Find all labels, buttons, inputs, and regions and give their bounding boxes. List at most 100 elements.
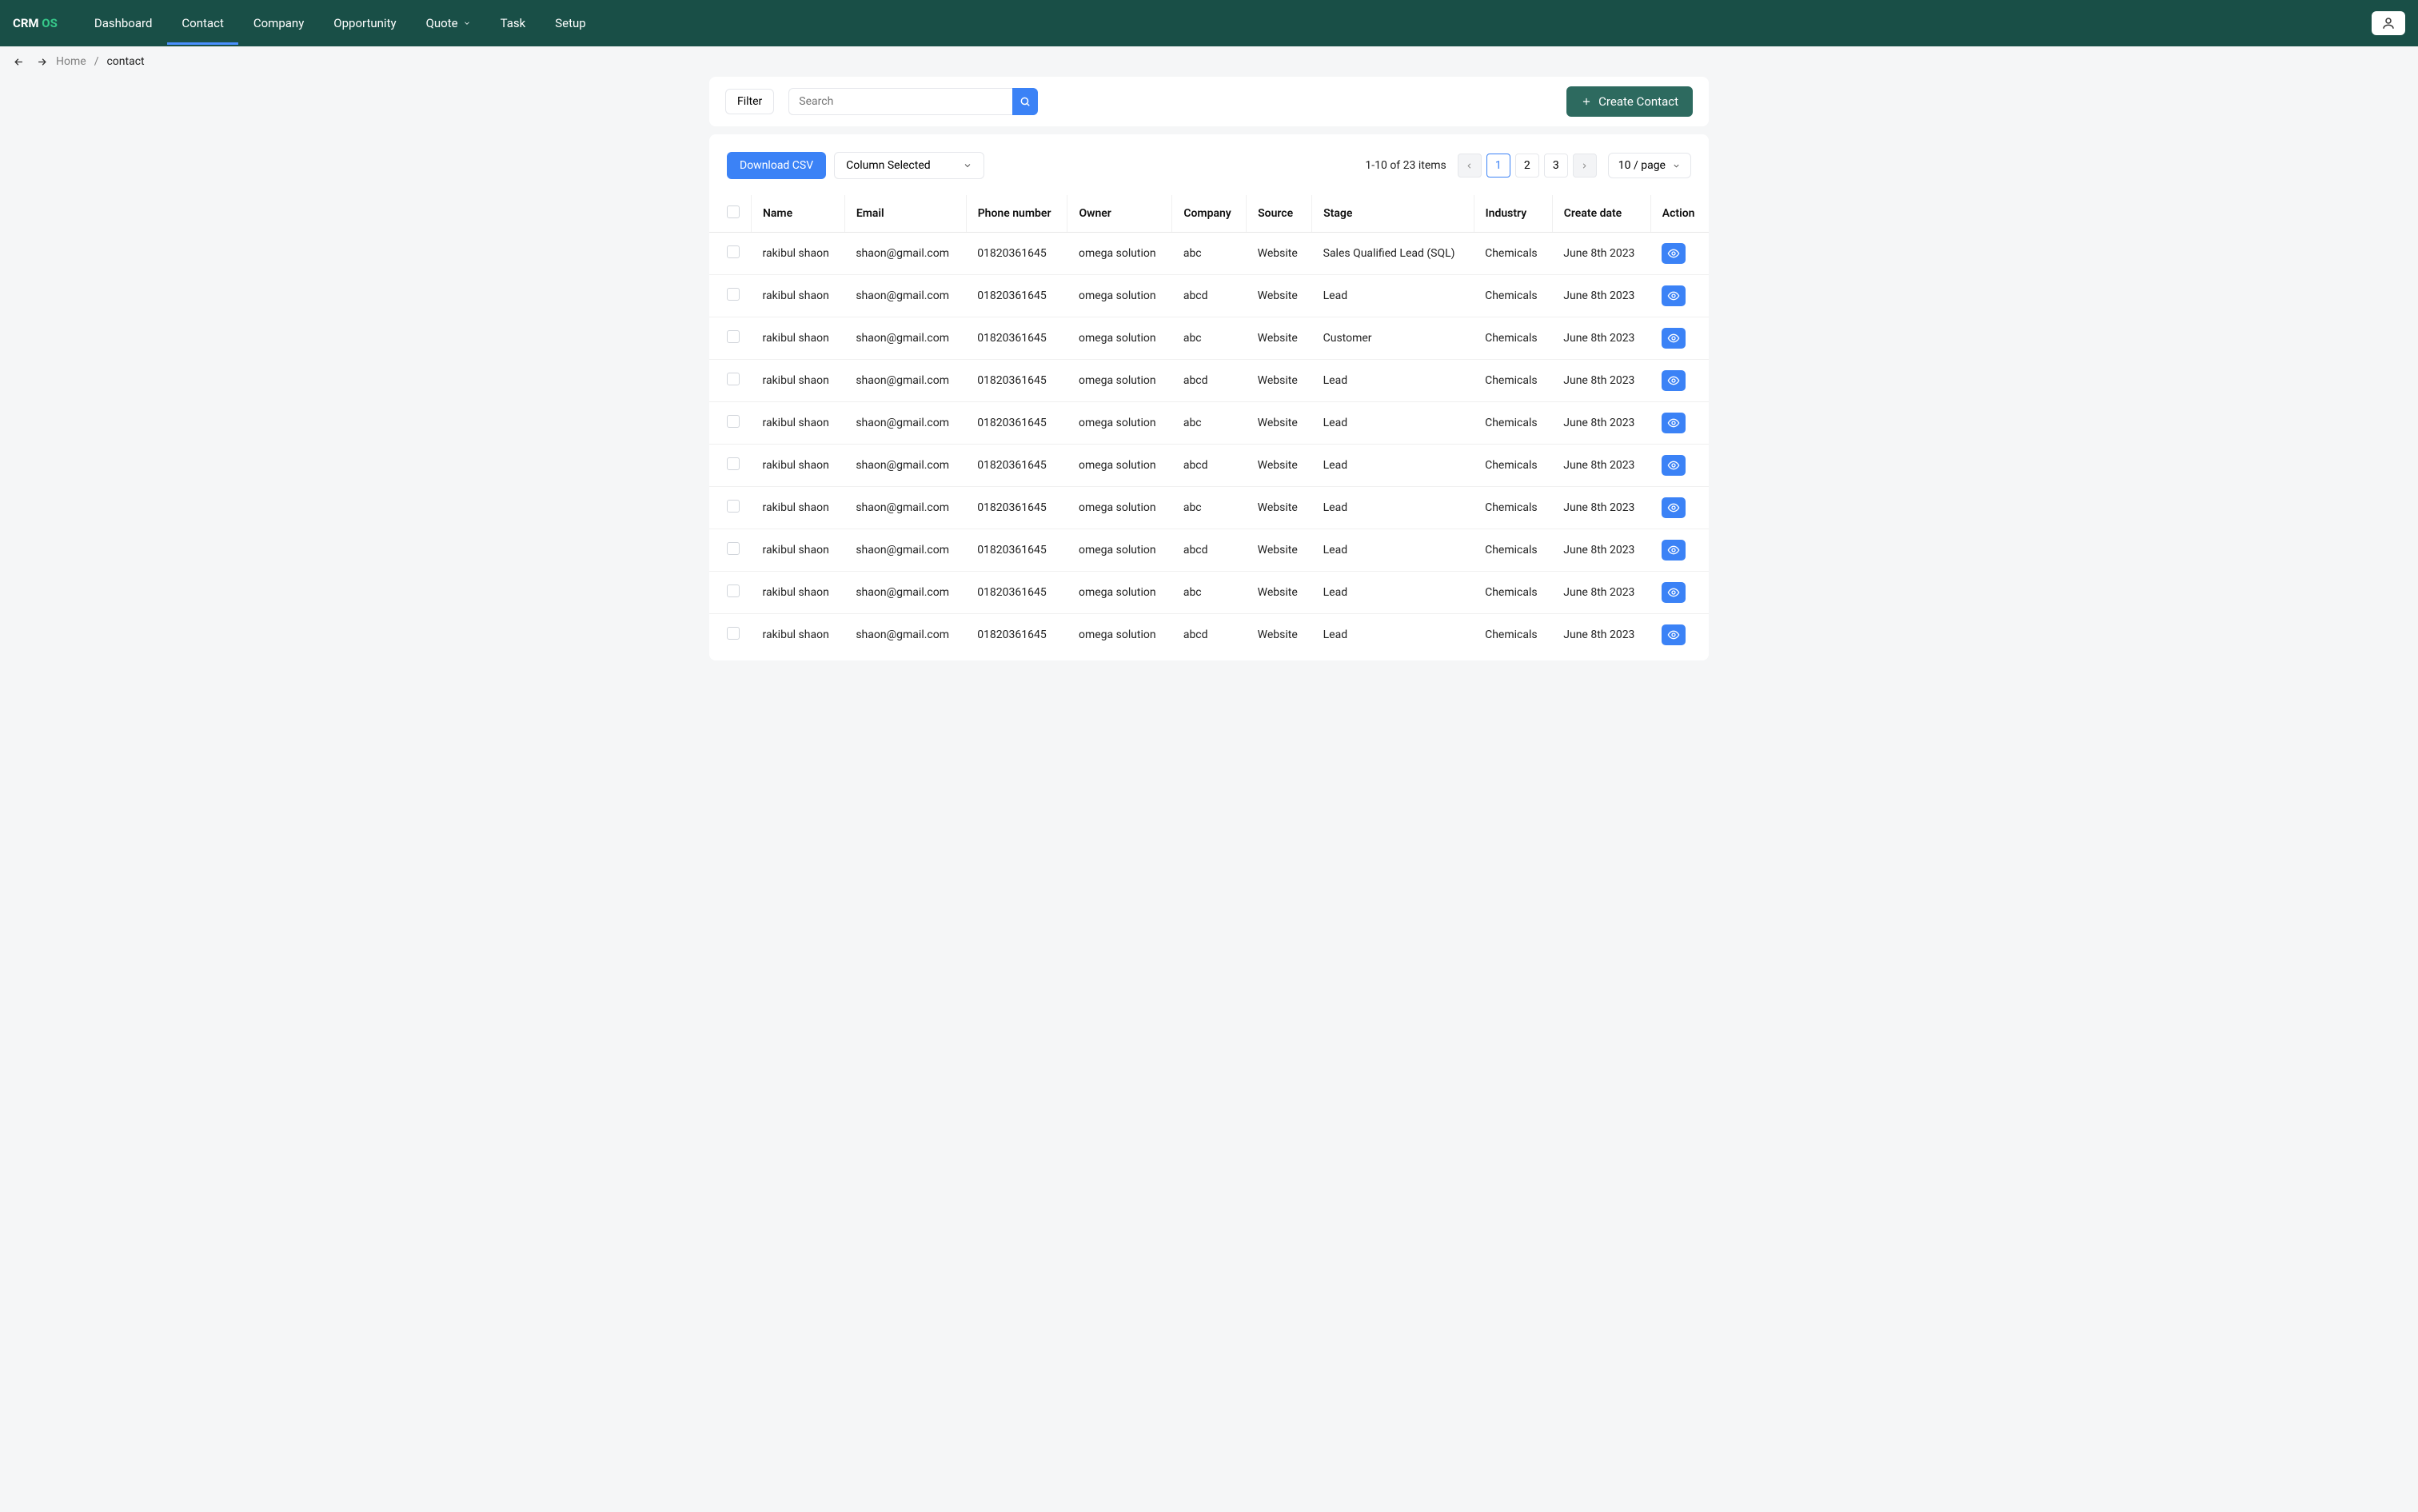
cell: omega solution: [1067, 572, 1172, 614]
view-button[interactable]: [1662, 497, 1686, 518]
row-checkbox[interactable]: [727, 542, 740, 555]
cell: omega solution: [1067, 529, 1172, 572]
cell: Website: [1247, 614, 1312, 656]
view-button[interactable]: [1662, 328, 1686, 349]
col-industry: Industry: [1474, 195, 1552, 233]
row-checkbox[interactable]: [727, 330, 740, 343]
table-body: rakibul shaonshaon@gmail.com01820361645o…: [709, 233, 1709, 656]
eye-icon: [1667, 417, 1680, 429]
view-button[interactable]: [1662, 582, 1686, 603]
forward-button[interactable]: [36, 56, 48, 68]
row-checkbox[interactable]: [727, 373, 740, 385]
eye-icon: [1667, 374, 1680, 387]
cell: Chemicals: [1474, 445, 1552, 487]
eye-icon: [1667, 332, 1680, 345]
cell: June 8th 2023: [1552, 529, 1650, 572]
row-checkbox[interactable]: [727, 415, 740, 428]
cell: omega solution: [1067, 445, 1172, 487]
view-button[interactable]: [1662, 540, 1686, 561]
cell: 01820361645: [966, 529, 1067, 572]
cell: omega solution: [1067, 614, 1172, 656]
toolbar-left: Filter: [725, 88, 1038, 115]
cell: rakibul shaon: [752, 317, 845, 360]
breadcrumb-separator: /: [94, 55, 99, 68]
page-1-button[interactable]: 1: [1486, 154, 1510, 178]
nav-quote[interactable]: Quote: [412, 2, 485, 45]
cell: rakibul shaon: [752, 233, 845, 275]
row-checkbox[interactable]: [727, 288, 740, 301]
cell: abc: [1172, 402, 1247, 445]
chevron-down-icon: [1672, 162, 1681, 170]
create-contact-button[interactable]: Create Contact: [1566, 86, 1693, 117]
cell: 01820361645: [966, 402, 1067, 445]
row-checkbox[interactable]: [727, 500, 740, 513]
view-button[interactable]: [1662, 413, 1686, 433]
per-page-dropdown[interactable]: 10 / page: [1608, 153, 1691, 178]
row-checkbox[interactable]: [727, 584, 740, 597]
chevron-down-icon: [463, 19, 471, 27]
col-phone-number: Phone number: [966, 195, 1067, 233]
nav-task[interactable]: Task: [486, 2, 541, 45]
eye-icon: [1667, 289, 1680, 302]
breadcrumb-home[interactable]: Home: [56, 55, 86, 68]
cell: shaon@gmail.com: [844, 317, 966, 360]
cell: Website: [1247, 233, 1312, 275]
cell: June 8th 2023: [1552, 614, 1650, 656]
toolbar-card: Filter Create Contact: [709, 77, 1709, 126]
select-all-checkbox[interactable]: [727, 205, 740, 218]
eye-icon: [1667, 586, 1680, 599]
cell: rakibul shaon: [752, 572, 845, 614]
view-button[interactable]: [1662, 370, 1686, 391]
filter-button[interactable]: Filter: [725, 89, 774, 114]
cell: shaon@gmail.com: [844, 360, 966, 402]
cell: June 8th 2023: [1552, 233, 1650, 275]
nav-dashboard[interactable]: Dashboard: [80, 2, 167, 45]
view-button[interactable]: [1662, 285, 1686, 306]
col-company: Company: [1172, 195, 1247, 233]
cell: abcd: [1172, 360, 1247, 402]
cell: Lead: [1312, 487, 1474, 529]
cell: shaon@gmail.com: [844, 402, 966, 445]
table-row: rakibul shaonshaon@gmail.com01820361645o…: [709, 445, 1709, 487]
page-next-button[interactable]: [1573, 154, 1597, 178]
page-3-button[interactable]: 3: [1544, 154, 1568, 178]
search-button[interactable]: [1012, 88, 1038, 115]
view-button[interactable]: [1662, 243, 1686, 264]
page-prev-button[interactable]: [1458, 154, 1482, 178]
nav-contact[interactable]: Contact: [167, 2, 237, 45]
cell: Chemicals: [1474, 360, 1552, 402]
row-checkbox[interactable]: [727, 457, 740, 470]
cell: June 8th 2023: [1552, 275, 1650, 317]
page-2-button[interactable]: 2: [1515, 154, 1539, 178]
cell: June 8th 2023: [1552, 572, 1650, 614]
table-row: rakibul shaonshaon@gmail.com01820361645o…: [709, 614, 1709, 656]
cell: rakibul shaon: [752, 275, 845, 317]
nav-arrows: [13, 56, 48, 68]
row-checkbox[interactable]: [727, 245, 740, 258]
search-input[interactable]: [788, 88, 1012, 115]
view-button[interactable]: [1662, 455, 1686, 476]
table-header-row: NameEmailPhone numberOwnerCompanySourceS…: [709, 195, 1709, 233]
col-action: Action: [1650, 195, 1709, 233]
logo-crm: CRM: [13, 16, 39, 30]
table-row: rakibul shaonshaon@gmail.com01820361645o…: [709, 572, 1709, 614]
view-button[interactable]: [1662, 624, 1686, 645]
download-csv-button[interactable]: Download CSV: [727, 152, 826, 179]
table-card: Download CSV Column Selected 1-10 of 23 …: [709, 134, 1709, 660]
cell: abcd: [1172, 275, 1247, 317]
cell: rakibul shaon: [752, 445, 845, 487]
profile-button[interactable]: [2372, 11, 2405, 35]
col-source: Source: [1247, 195, 1312, 233]
chevron-left-icon: [1465, 162, 1474, 170]
cell: Chemicals: [1474, 529, 1552, 572]
cell: 01820361645: [966, 360, 1067, 402]
nav-company[interactable]: Company: [239, 2, 318, 45]
nav-links: DashboardContactCompanyOpportunityQuoteT…: [80, 2, 601, 45]
per-page-label: 10 / page: [1618, 159, 1666, 172]
row-checkbox[interactable]: [727, 627, 740, 640]
back-button[interactable]: [13, 56, 25, 68]
column-selected-dropdown[interactable]: Column Selected: [834, 152, 984, 179]
table-row: rakibul shaonshaon@gmail.com01820361645o…: [709, 360, 1709, 402]
nav-opportunity[interactable]: Opportunity: [319, 2, 410, 45]
nav-setup[interactable]: Setup: [541, 2, 600, 45]
